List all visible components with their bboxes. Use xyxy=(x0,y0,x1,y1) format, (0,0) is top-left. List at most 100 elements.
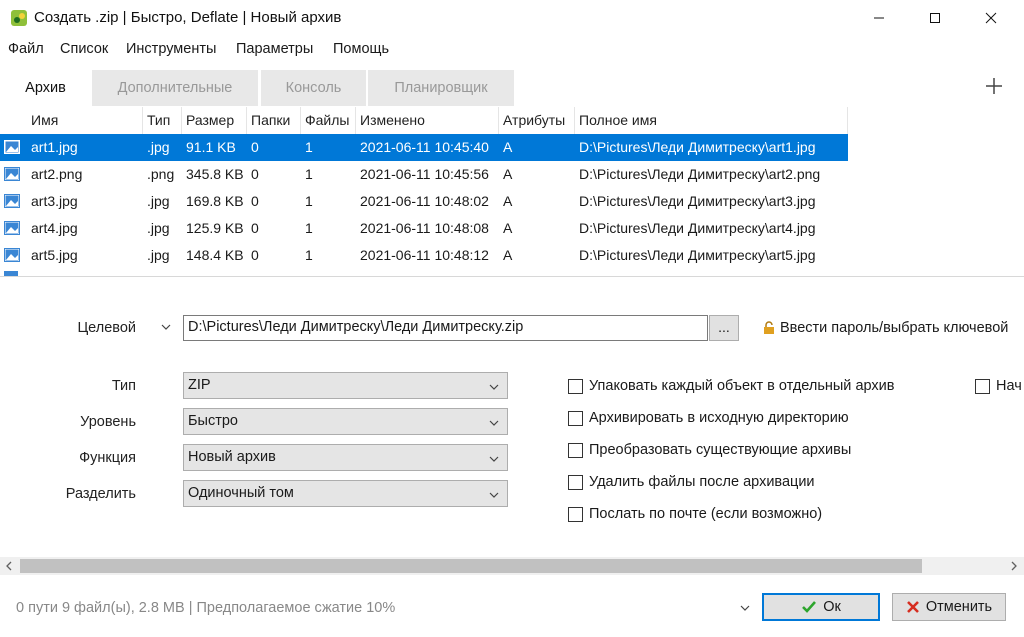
tab-archive[interactable]: Архив xyxy=(0,70,91,106)
status-text: 0 пути 9 файл(ы), 2.8 MB | Предполагаемо… xyxy=(16,600,396,616)
checkbox[interactable] xyxy=(568,506,583,522)
cell-attributes: A xyxy=(503,247,513,263)
menu-list[interactable]: Список xyxy=(60,41,108,57)
cell-modified: 2021-06-11 10:48:12 xyxy=(360,247,489,263)
cell-attributes: A xyxy=(503,139,513,155)
menu-tools[interactable]: Инструменты xyxy=(126,41,216,57)
split-label: Разделить xyxy=(65,486,136,502)
cell-path: D:\Pictures\Леди Димитреску\art2.png xyxy=(579,166,821,182)
cell-attributes: A xyxy=(503,193,513,209)
cell-modified: 2021-06-11 10:45:40 xyxy=(360,139,489,155)
cell-folders: 0 xyxy=(251,220,259,236)
cell-files: 1 xyxy=(305,193,313,209)
level-value: Быстро xyxy=(188,413,238,429)
status-bar: 0 пути 9 файл(ы), 2.8 MB | Предполагаемо… xyxy=(0,590,1024,630)
option-send-mail[interactable]: Послать по почте (если возможно) xyxy=(568,506,822,522)
option-label: Упаковать каждый объект в отдельный архи… xyxy=(589,378,895,394)
tab-scheduler[interactable]: Планировщик xyxy=(368,70,514,106)
menu-file[interactable]: Файл xyxy=(8,41,44,57)
chevron-down-icon xyxy=(489,456,499,462)
cell-type: .jpg xyxy=(147,139,170,155)
column-files[interactable]: Файлы xyxy=(301,107,356,134)
chevron-down-icon[interactable] xyxy=(739,602,751,614)
cell-size: 91.1 KB xyxy=(186,139,236,155)
scroll-right-icon[interactable] xyxy=(1009,561,1019,571)
option-delete-after[interactable]: Удалить файлы после архивации xyxy=(568,474,815,490)
column-attributes[interactable]: Атрибуты xyxy=(499,107,575,134)
chevron-down-icon[interactable] xyxy=(160,321,172,333)
checkbox[interactable] xyxy=(568,442,583,458)
cell-folders: 0 xyxy=(251,139,259,155)
checkbox[interactable] xyxy=(568,474,583,490)
function-label: Функция xyxy=(79,450,136,466)
tab-bar: Архив Дополнительные Консоль Планировщик xyxy=(0,70,1024,106)
plus-icon[interactable] xyxy=(982,74,1006,98)
cell-path: D:\Pictures\Леди Димитреску\art3.jpg xyxy=(579,193,816,209)
option-source-directory[interactable]: Архивировать в исходную директорию xyxy=(568,410,849,426)
partial-row-icon xyxy=(4,271,18,276)
password-button[interactable]: Ввести пароль/выбрать ключевой xyxy=(762,320,1008,336)
cell-modified: 2021-06-11 10:48:02 xyxy=(360,193,489,209)
cell-attributes: A xyxy=(503,220,513,236)
cell-modified: 2021-06-11 10:48:08 xyxy=(360,220,489,236)
close-button[interactable] xyxy=(968,0,1014,36)
cell-type: .jpg xyxy=(147,220,170,236)
table-row[interactable]: art4.jpg .jpg 125.9 KB 0 1 2021-06-11 10… xyxy=(0,215,848,242)
option-separate-archives[interactable]: Упаковать каждый объект в отдельный архи… xyxy=(568,378,894,394)
maximize-icon xyxy=(930,13,940,23)
target-label: Целевой xyxy=(77,320,136,336)
cell-type: .jpg xyxy=(147,193,170,209)
minimize-button[interactable] xyxy=(856,0,902,36)
option-convert-archives[interactable]: Преобразовать существующие архивы xyxy=(568,442,851,458)
horizontal-scrollbar[interactable] xyxy=(0,557,1024,575)
column-size[interactable]: Размер xyxy=(182,107,247,134)
ok-button[interactable]: Ок xyxy=(762,593,880,621)
scrollbar-thumb[interactable] xyxy=(20,559,922,573)
lock-icon xyxy=(764,321,774,334)
file-list[interactable]: Имя Тип Размер Папки Файлы Изменено Атри… xyxy=(0,107,1024,277)
checkbox[interactable] xyxy=(975,378,990,394)
maximize-button[interactable] xyxy=(912,0,958,36)
cell-size: 345.8 KB xyxy=(186,166,244,182)
column-full-path[interactable]: Полное имя xyxy=(575,107,848,134)
column-name[interactable]: Имя xyxy=(27,107,143,134)
split-select[interactable]: Одиночный том xyxy=(183,480,508,507)
cell-name: art1.jpg xyxy=(31,139,78,155)
menu-options[interactable]: Параметры xyxy=(236,41,313,57)
type-select[interactable]: ZIP xyxy=(183,372,508,399)
table-row[interactable]: art5.jpg .jpg 148.4 KB 0 1 2021-06-11 10… xyxy=(0,242,848,269)
option-label: Архивировать в исходную директорию xyxy=(589,410,849,426)
cell-size: 125.9 KB xyxy=(186,220,244,236)
checkbox[interactable] xyxy=(568,410,583,426)
type-label: Тип xyxy=(111,378,136,394)
minimize-icon xyxy=(874,17,884,19)
chevron-down-icon xyxy=(489,420,499,426)
table-row[interactable]: art2.png .png 345.8 KB 0 1 2021-06-11 10… xyxy=(0,161,848,188)
tab-console[interactable]: Консоль xyxy=(261,70,366,106)
checkbox[interactable] xyxy=(568,378,583,394)
cell-path: D:\Pictures\Леди Димитреску\art5.jpg xyxy=(579,247,816,263)
ok-label: Ок xyxy=(823,599,841,615)
menu-help[interactable]: Помощь xyxy=(333,41,389,57)
scroll-left-icon[interactable] xyxy=(4,561,14,571)
column-type[interactable]: Тип xyxy=(143,107,182,134)
cell-name: art2.png xyxy=(31,166,83,182)
type-value: ZIP xyxy=(188,377,211,393)
table-row[interactable]: art1.jpg .jpg 91.1 KB 0 1 2021-06-11 10:… xyxy=(0,134,848,161)
option-extra[interactable]: Нач xyxy=(975,378,1022,394)
function-select[interactable]: Новый архив xyxy=(183,444,508,471)
cell-path: D:\Pictures\Леди Димитреску\art1.jpg xyxy=(579,139,816,155)
tab-advanced[interactable]: Дополнительные xyxy=(92,70,258,106)
check-icon xyxy=(802,601,817,613)
column-folders[interactable]: Папки xyxy=(247,107,301,134)
chevron-down-icon xyxy=(489,384,499,390)
column-modified[interactable]: Изменено xyxy=(356,107,499,134)
target-path-input[interactable]: D:\Pictures\Леди Димитреску\Леди Димитре… xyxy=(183,315,708,341)
browse-button[interactable]: ... xyxy=(709,315,739,341)
cell-files: 1 xyxy=(305,139,313,155)
level-select[interactable]: Быстро xyxy=(183,408,508,435)
image-file-icon xyxy=(4,167,20,181)
table-row[interactable]: art3.jpg .jpg 169.8 KB 0 1 2021-06-11 10… xyxy=(0,188,848,215)
cell-type: .jpg xyxy=(147,247,170,263)
cancel-button[interactable]: Отменить xyxy=(892,593,1006,621)
